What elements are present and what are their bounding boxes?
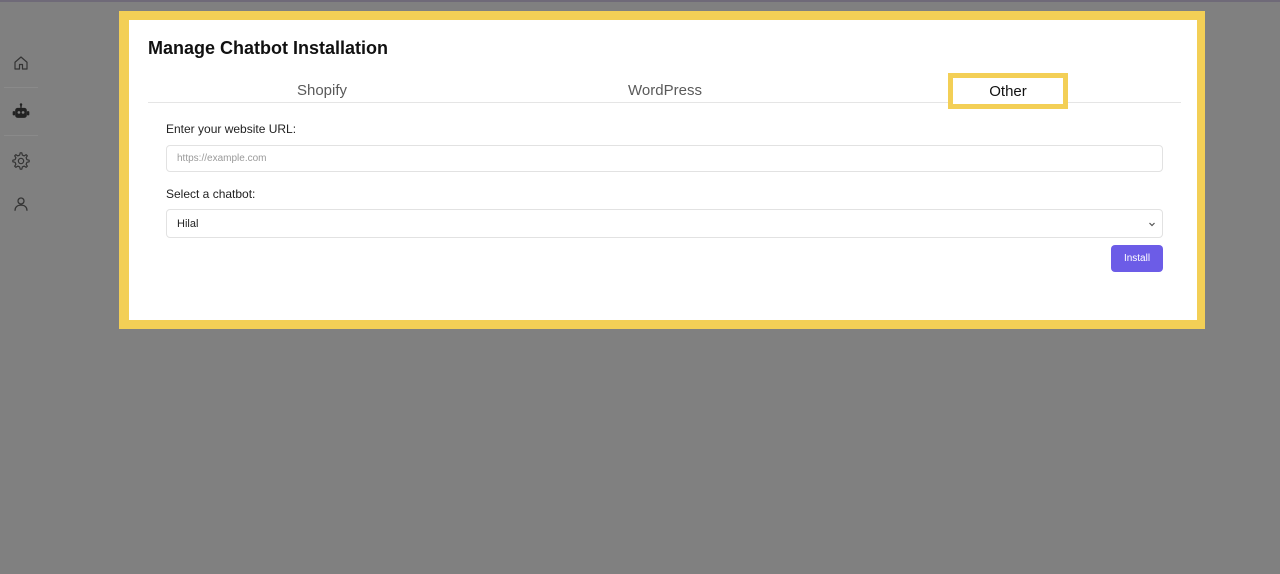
website-url-input[interactable] <box>166 145 1163 172</box>
sidebar-divider <box>4 135 38 136</box>
sidebar-divider <box>4 87 38 88</box>
chatbot-label: Select a chatbot: <box>166 187 256 201</box>
page-title: Manage Chatbot Installation <box>148 38 389 58</box>
tab-other[interactable]: Other <box>948 73 1068 109</box>
chevron-down-icon <box>1149 222 1155 227</box>
sidebar-item-chatbots[interactable] <box>10 101 32 123</box>
url-label: Enter your website URL: <box>166 122 297 136</box>
sidebar-item-settings[interactable] <box>10 150 32 172</box>
install-button[interactable]: Install <box>1111 245 1163 272</box>
tab-shopify[interactable]: Shopify <box>297 82 347 99</box>
installation-card: Manage Chatbot Installation Shopify Word… <box>129 20 1197 320</box>
tab-other-label: Other <box>989 82 1027 100</box>
chatbot-select[interactable]: Hilal <box>166 209 1163 238</box>
sidebar-item-profile[interactable] <box>10 193 32 215</box>
tab-wordpress[interactable]: WordPress <box>628 82 702 99</box>
user-icon <box>14 197 28 211</box>
sidebar <box>0 0 42 574</box>
sidebar-item-home[interactable] <box>10 52 32 74</box>
chatbot-select-value: Hilal <box>177 218 199 230</box>
top-border <box>0 0 1280 2</box>
home-icon <box>14 56 28 70</box>
robot-icon <box>12 103 30 118</box>
gear-icon <box>12 152 30 170</box>
